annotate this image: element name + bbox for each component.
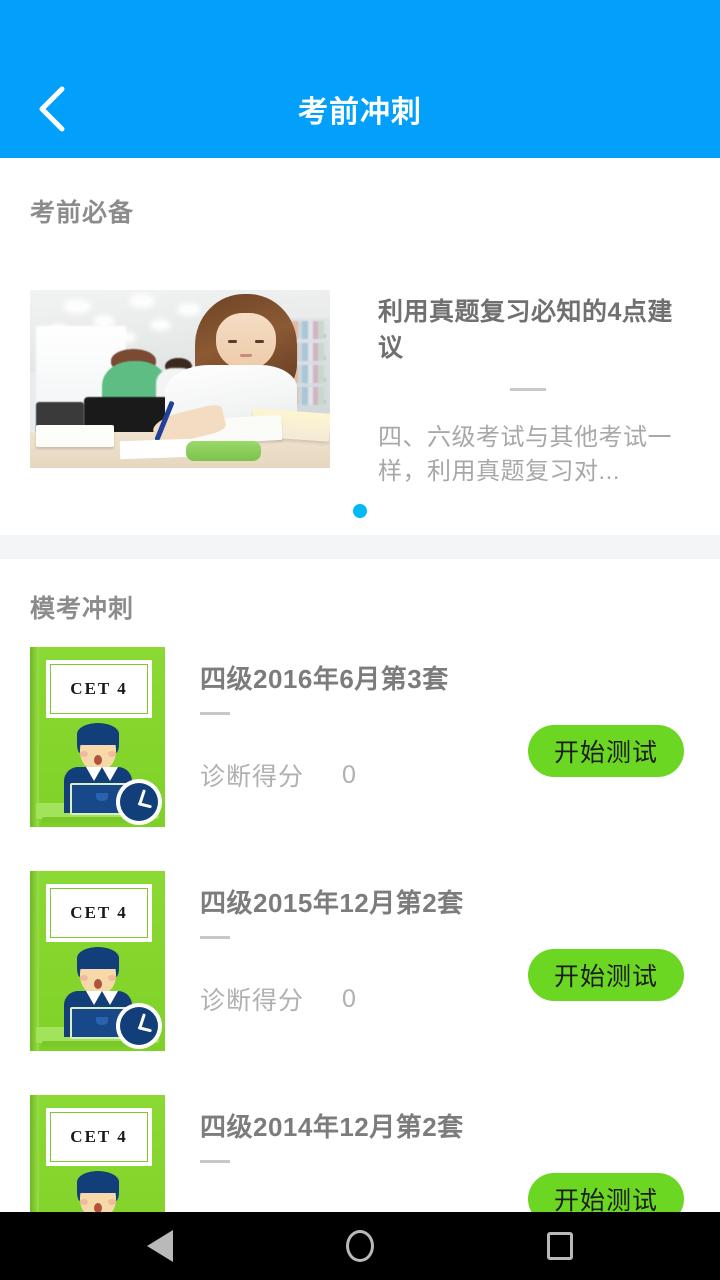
article-text-block: 利用真题复习必知的4点建议 四、六级考试与其他考试一样，利用真题复习对... [378,290,678,489]
mock-exam-score-row: 诊断得分 0 [200,981,510,1017]
page-title: 考前冲刺 [298,96,422,129]
mock-section-heading: 模考冲刺 [30,595,135,623]
cet-book-thumbnail: CET 4 [30,871,165,1051]
article-card[interactable]: 利用真题复习必知的4点建议 四、六级考试与其他考试一样，利用真题复习对... [0,290,720,485]
mock-exam-score-row: 诊断得分 0 [200,757,510,793]
article-description: 四、六级考试与其他考试一样，利用真题复习对... [378,424,672,485]
cet-book-thumbnail: CET 4 [30,647,165,827]
mock-exam-separator [200,712,230,715]
score-label: 诊断得分 [200,763,305,791]
nav-home-button[interactable] [330,1216,390,1276]
mock-exam-info: 四级2015年12月第2套 诊断得分 0 [200,871,510,1017]
section-divider [0,535,720,559]
mock-exam-title: 四级2014年12月第2套 [200,1112,464,1142]
article-section: 考前必备 利用真题复习必知的4点建议 四、六级考试与其他考试一样，利用真题复习对… [0,158,720,535]
carousel-dot-1[interactable] [353,504,367,518]
cet-thumb-label: CET 4 [70,679,128,698]
article-thumbnail [30,290,330,468]
mock-exam-list: CET 4 四级2016年6月第3套 诊断得分 0 开始测试 CET 4 四级2015年12… [0,647,720,1280]
score-value: 0 [342,760,357,789]
chevron-left-icon [36,86,66,132]
mock-exam-separator [200,1160,230,1163]
score-value: 0 [342,984,357,1013]
start-test-button[interactable]: 开始测试 [528,949,684,1001]
article-separator [510,388,546,391]
nav-back-button[interactable] [130,1216,190,1276]
back-triangle-icon [147,1230,173,1262]
carousel-dots[interactable] [0,504,720,518]
nav-recents-button[interactable] [530,1216,590,1276]
mock-exam-title: 四级2016年6月第3套 [200,664,449,694]
mock-exam-separator [200,936,230,939]
back-button[interactable] [22,80,80,138]
recents-square-icon [547,1232,573,1260]
mock-exam-row[interactable]: CET 4 四级2015年12月第2套 诊断得分 0 开始测试 [0,871,720,1095]
cet-thumb-label: CET 4 [70,903,128,922]
start-test-button[interactable]: 开始测试 [528,725,684,777]
mock-exam-info: 四级2016年6月第3套 诊断得分 0 [200,647,510,793]
score-label: 诊断得分 [200,987,305,1015]
app-header: 考前冲刺 [0,0,720,158]
mock-exam-row[interactable]: CET 4 四级2016年6月第3套 诊断得分 0 开始测试 [0,647,720,871]
article-section-heading: 考前必备 [30,199,135,227]
article-title: 利用真题复习必知的4点建议 [378,298,673,362]
android-navbar [0,1212,720,1280]
cet-thumb-label: CET 4 [70,1127,128,1146]
home-circle-icon [346,1230,374,1262]
app-screen: 考前冲刺 考前必备 利用真题复习必知的4点建议 四、六级考试与其他考试一样，利用… [0,0,720,1280]
mock-exam-title: 四级2015年12月第2套 [200,888,464,918]
mock-section: 模考冲刺 CET 4 四级2016年6月第3套 诊断得分 0 开始测试 CET 4 四级20… [0,559,720,1280]
